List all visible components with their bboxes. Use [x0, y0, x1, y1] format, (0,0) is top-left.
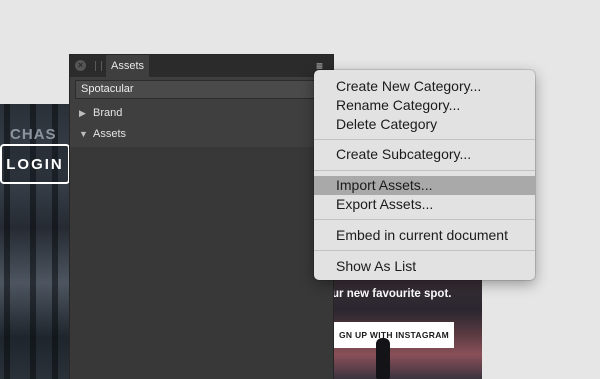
category-label: Brand	[93, 107, 123, 119]
menu-item-embed-in-document[interactable]: Embed in current document	[314, 226, 535, 245]
menu-separator	[314, 219, 535, 220]
person-silhouette	[376, 338, 390, 379]
disclosure-collapsed-icon[interactable]: ▶	[79, 103, 86, 123]
menu-separator	[314, 170, 535, 171]
panel-header: × Assets ≡	[70, 55, 333, 77]
category-label: Assets	[93, 128, 127, 140]
instagram-signup-button[interactable]: GN UP WITH INSTAGRAM	[334, 322, 454, 348]
menu-item-export-assets[interactable]: Export Assets...	[314, 195, 535, 214]
canvas-photo-right: ur new favourite spot. GN UP WITH INSTAG…	[334, 280, 482, 379]
category-row-assets[interactable]: ▼ Assets	[70, 124, 333, 144]
login-button[interactable]: LOGIN	[0, 144, 70, 184]
tab-assets[interactable]: Assets	[106, 55, 150, 77]
close-icon[interactable]: ×	[75, 60, 86, 71]
category-dropdown[interactable]: Spotacular	[75, 80, 328, 99]
menu-item-show-as-list[interactable]: Show As List	[314, 257, 535, 276]
menu-item-delete-category[interactable]: Delete Category	[314, 115, 535, 134]
storefront-sign: CHAS	[10, 126, 57, 143]
disclosure-expanded-icon[interactable]: ▼	[79, 124, 88, 144]
menu-item-import-assets[interactable]: Import Assets...	[314, 176, 535, 195]
menu-item-create-subcategory[interactable]: Create Subcategory...	[314, 145, 535, 164]
menu-item-rename-category[interactable]: Rename Category...	[314, 96, 535, 115]
menu-separator	[314, 139, 535, 140]
context-menu: Create New Category... Rename Category..…	[314, 70, 535, 280]
assets-panel: × Assets ≡ Spotacular ▶ Brand ▼ Assets	[70, 55, 333, 379]
drag-handle-icon[interactable]	[95, 61, 102, 71]
tagline-text: ur new favourite spot.	[334, 288, 452, 300]
category-row-brand[interactable]: ▶ Brand	[70, 103, 333, 123]
assets-list-area	[70, 147, 333, 379]
menu-item-create-new-category[interactable]: Create New Category...	[314, 77, 535, 96]
menu-separator	[314, 250, 535, 251]
